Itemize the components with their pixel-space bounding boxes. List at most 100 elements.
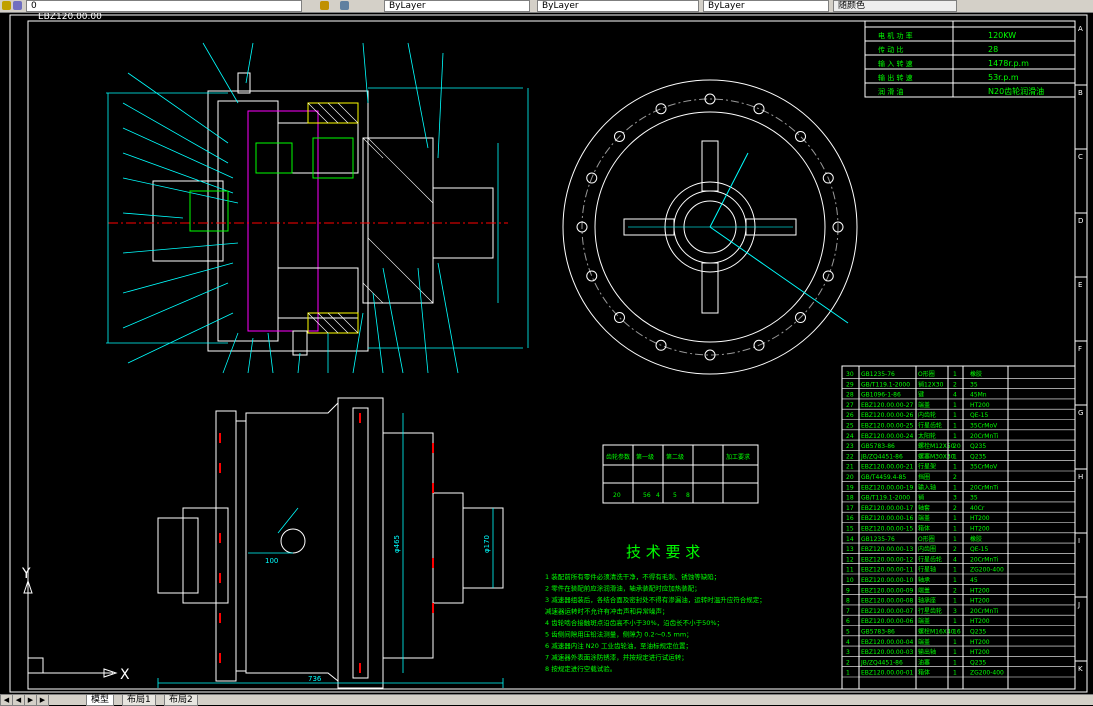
grid-letter: H bbox=[1078, 473, 1083, 481]
bom-cell-name: 轴承座 bbox=[918, 597, 936, 605]
make-current-icon[interactable] bbox=[320, 1, 329, 10]
plot-style-dropdown[interactable]: 随颜色 bbox=[833, 0, 957, 12]
tech-note: 4 齿轮啮合接触斑点沿齿高不小于30%，沿齿长不小于50%； bbox=[545, 618, 723, 627]
bom-cell-mat: HT200 bbox=[970, 639, 990, 646]
tech-note: 2 零件在装配前应涂润滑油，轴承装配时应加热装配； bbox=[545, 584, 701, 593]
bom-cell-code: GB1235-76 bbox=[861, 536, 895, 543]
bom-cell-no: 3 bbox=[846, 649, 850, 656]
grid-letters-right: A B C D E F G H I J K bbox=[1075, 25, 1087, 673]
bom-cell-code: GB/T119.1-2000 bbox=[861, 381, 910, 388]
bom-cell-qty: 1 bbox=[953, 402, 957, 409]
tab-layout2[interactable]: 布局2 bbox=[164, 695, 198, 706]
bom-cell-no: 20 bbox=[846, 474, 854, 481]
bom-cell-name: 端盖 bbox=[918, 401, 930, 409]
layer-freeze-icon[interactable] bbox=[13, 1, 22, 10]
bom-cell-qty: 1 bbox=[953, 371, 957, 378]
bom-cell-code: EBZ120.00.00-21 bbox=[861, 464, 914, 471]
bom-cell-no: 23 bbox=[846, 443, 854, 450]
bom-cell-mat: 20CrMnTi bbox=[970, 484, 999, 491]
bom-cell-no: 27 bbox=[846, 402, 854, 409]
bom-cell-qty: 1 bbox=[953, 598, 957, 605]
bom-cell-name: 输出轴 bbox=[918, 648, 936, 656]
spec-value: 1478r.p.m bbox=[988, 59, 1029, 68]
bom-cell-no: 7 bbox=[846, 608, 850, 615]
bom-cell-name: 箱体 bbox=[918, 525, 930, 533]
bom-cell-code: EBZ120.00.00-25 bbox=[861, 423, 914, 430]
bom-cell-no: 4 bbox=[846, 639, 850, 646]
bom-cell-mat: HT200 bbox=[970, 618, 990, 625]
bom-cell-name: 行星轴 bbox=[918, 566, 936, 574]
layer-dropdown[interactable]: 0 bbox=[26, 0, 302, 12]
bom-cell-mat: Q235 bbox=[970, 629, 986, 636]
bom-cell-code: GB5783-86 bbox=[861, 629, 895, 636]
bom-cell-qty: 1 bbox=[953, 484, 957, 491]
bom-cell-name: O形圈 bbox=[918, 370, 935, 378]
bom-cell-qty: 4 bbox=[953, 392, 957, 399]
drawing-canvas[interactable]: A B C D E F G H I J K EBZ120.00.00 电 机 功 率 120KW 传 动… bbox=[8, 12, 1093, 694]
color-dropdown[interactable]: ByLayer bbox=[384, 0, 530, 12]
bom-cell-code: EBZ120.00.00-17 bbox=[861, 505, 914, 512]
front-view: 736 100 φ465 φ170 bbox=[157, 397, 504, 689]
bom-cell-code: EBZ120.00.00-03 bbox=[861, 649, 914, 656]
end-view-circle bbox=[562, 79, 858, 375]
tab-layout1[interactable]: 布局1 bbox=[122, 695, 156, 706]
bom-cell-name: 端盖 bbox=[918, 638, 930, 646]
bom-cell-name: 箱体 bbox=[918, 669, 930, 677]
spec-label: 电 机 功 率 bbox=[878, 31, 913, 40]
spec-value: 120KW bbox=[988, 31, 1016, 40]
tab-model[interactable]: 模型 bbox=[86, 695, 115, 706]
bom-cell-code: EBZ120.00.00-09 bbox=[861, 587, 914, 594]
tech-note: 1 装配前所有零件必须清洗干净，不得有毛刺、锈蚀等缺陷； bbox=[545, 572, 720, 581]
tech-note: 8 按规定进行空载试验。 bbox=[545, 664, 616, 673]
bom-cell-code: EBZ120.00.00-26 bbox=[861, 412, 914, 419]
gear-param-table: 齿轮参数 第一级 第二级 加工要求 20 56 4 5 8 bbox=[602, 444, 759, 504]
grid-letter: G bbox=[1078, 409, 1083, 417]
bom-cell-code: EBZ120.00.00-01 bbox=[861, 670, 914, 677]
bom-cell-code: EBZ120.00.00-11 bbox=[861, 567, 914, 574]
grid-letter: C bbox=[1078, 153, 1083, 161]
bom-cell-no: 18 bbox=[846, 495, 854, 502]
bom-cell-name: 销 bbox=[918, 494, 924, 502]
bom-cell-code: EBZ120.00.00-13 bbox=[861, 546, 914, 553]
bom-cell-no: 1 bbox=[846, 670, 850, 677]
bom-cell-no: 11 bbox=[846, 567, 854, 574]
bom-cell-name: 行星架 bbox=[918, 463, 936, 471]
linetype-dropdown[interactable]: ByLayer bbox=[537, 0, 699, 12]
bom-cell-code: EBZ120.00.00-04 bbox=[861, 639, 914, 646]
drawing-partial-title: EBZ120.00.00 bbox=[38, 13, 102, 22]
bolt-hole bbox=[795, 130, 807, 142]
last-tab-button[interactable]: ▶ bbox=[36, 695, 49, 706]
bom-cell-code: GB5783-86 bbox=[861, 443, 895, 450]
bom-cell-no: 13 bbox=[846, 546, 854, 553]
bom-cell-qty: 2 bbox=[953, 474, 957, 481]
dim-465-label: φ465 bbox=[393, 535, 401, 553]
gear-cell-4: 8 bbox=[686, 492, 690, 499]
bom-cell-no: 30 bbox=[846, 371, 854, 378]
bom-cell-qty: 2 bbox=[953, 587, 957, 594]
bom-cell-mat: QE-15 bbox=[970, 412, 988, 419]
grid-letter: B bbox=[1078, 89, 1083, 97]
layer-previous-icon[interactable] bbox=[340, 1, 349, 10]
bom-cell-code: EBZ120.00.00-08 bbox=[861, 598, 914, 605]
tech-note: 7 减速器外表面涂防锈漆，并按规定进行试运转； bbox=[545, 653, 688, 662]
spec-label: 输 出 转 速 bbox=[878, 73, 913, 82]
grid-letter: I bbox=[1078, 537, 1080, 545]
lineweight-dropdown[interactable]: ByLayer bbox=[703, 0, 829, 12]
bom-cell-name: 行星齿轮 bbox=[918, 555, 942, 563]
ucs-y-label: Y bbox=[21, 566, 31, 582]
bom-cell-name: 挡圈 bbox=[918, 473, 930, 481]
tech-notes: 1 装配前所有零件必须清洗干净，不得有毛刺、锈蚀等缺陷； 2 零件在装配前应涂润滑… bbox=[545, 572, 766, 673]
bom-cell-name: 轴承 bbox=[918, 576, 930, 584]
grid-letter: K bbox=[1078, 665, 1083, 673]
bom-cell-mat: HT200 bbox=[970, 402, 990, 409]
bom-cell-name: 太阳轮 bbox=[918, 432, 936, 440]
bom-cell-qty: 1 bbox=[953, 453, 957, 460]
spec-value: 53r.p.m bbox=[988, 73, 1019, 82]
dim-170-label: φ170 bbox=[483, 535, 491, 553]
layout-tab-bar: ◀ ◀ ▶ ▶ 模型 布局1 布局2 bbox=[0, 694, 1093, 706]
gear-cell-1: 56 bbox=[643, 492, 651, 499]
bom-cell-mat: Q235 bbox=[970, 443, 986, 450]
bom-cell-mat: HT200 bbox=[970, 598, 990, 605]
layer-state-icon[interactable] bbox=[2, 1, 11, 10]
gear-header-2: 第二级 bbox=[666, 453, 684, 461]
